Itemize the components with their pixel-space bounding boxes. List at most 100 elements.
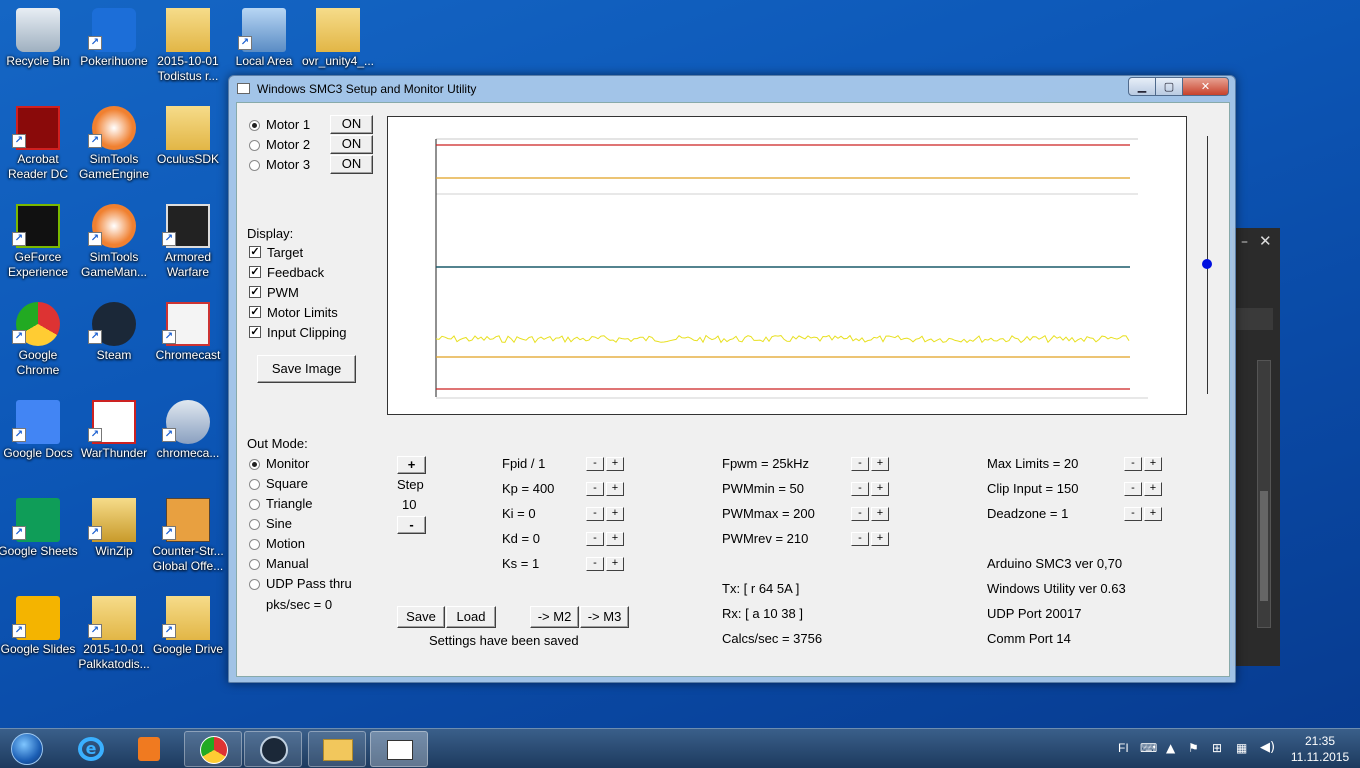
increment-button[interactable]: + <box>1144 457 1162 471</box>
increment-button[interactable]: + <box>1144 507 1162 521</box>
position-slider[interactable] <box>1197 136 1217 396</box>
network-icon[interactable]: ▦ <box>1236 741 1247 755</box>
volume-icon[interactable]: ◀) <box>1260 740 1275 755</box>
motor-toggle-button[interactable]: ON <box>330 135 373 154</box>
decrement-button[interactable]: - <box>851 482 869 496</box>
taskbar-ie[interactable]: e <box>62 731 120 767</box>
desktop-icon[interactable]: ↗ chromeca... <box>150 394 226 488</box>
start-button[interactable] <box>5 729 49 768</box>
increment-button[interactable]: + <box>606 482 624 496</box>
increment-button[interactable]: + <box>606 457 624 471</box>
out-mode-radio[interactable] <box>249 519 260 530</box>
desktop-icon[interactable]: ↗ Armored Warfare <box>150 198 226 292</box>
desktop-icon[interactable]: ↗ Steam <box>76 296 152 390</box>
decrement-button[interactable]: - <box>1124 507 1142 521</box>
increment-button[interactable]: + <box>871 507 889 521</box>
language-indicator[interactable]: FI <box>1118 741 1129 755</box>
desktop-icon[interactable]: ↗ WarThunder <box>76 394 152 488</box>
show-hidden-icons[interactable]: ▲ <box>1166 741 1175 755</box>
slider-knob[interactable] <box>1202 259 1212 269</box>
desktop-icon[interactable]: ↗ Acrobat Reader DC <box>0 100 76 194</box>
keyboard-icon[interactable]: ⌨ <box>1140 741 1157 755</box>
taskbar-media-player[interactable] <box>120 731 178 767</box>
increment-button[interactable]: + <box>1144 482 1162 496</box>
desktop-icon[interactable]: ↗ 2015-10-01 Palkkatodis... <box>76 590 152 684</box>
step-minus-button[interactable]: - <box>397 516 426 534</box>
copy-to-m2-button[interactable]: -> M2 <box>530 606 579 628</box>
decrement-button[interactable]: - <box>586 557 604 571</box>
windows-icon[interactable]: ⊞ <box>1212 741 1222 755</box>
display-checkbox[interactable]: ✓ <box>249 246 261 258</box>
taskbar-explorer[interactable] <box>308 731 366 767</box>
increment-button[interactable]: + <box>871 482 889 496</box>
out-mode-radio[interactable] <box>249 579 260 590</box>
save-button[interactable]: Save <box>397 606 445 628</box>
decrement-button[interactable]: - <box>851 457 869 471</box>
title-bar[interactable]: Windows SMC3 Setup and Monitor Utility ▁… <box>229 76 1235 102</box>
close-button[interactable]: ✕ <box>1182 77 1229 96</box>
display-checkbox[interactable]: ✓ <box>249 266 261 278</box>
taskbar-smc3[interactable] <box>370 731 428 767</box>
desktop-icon[interactable]: Recycle Bin <box>0 2 76 96</box>
desktop-icon[interactable]: ↗ GeForce Experience <box>0 198 76 292</box>
background-window[interactable]: – ✕ <box>1232 228 1280 666</box>
motor-radio[interactable] <box>249 140 260 151</box>
decrement-button[interactable]: - <box>1124 482 1142 496</box>
increment-button[interactable]: + <box>606 507 624 521</box>
display-checkbox[interactable]: ✓ <box>249 326 261 338</box>
copy-to-m3-button[interactable]: -> M3 <box>580 606 629 628</box>
motor-radio[interactable] <box>249 160 260 171</box>
desktop-icon[interactable]: 2015-10-01 Todistus r... <box>150 2 226 96</box>
desktop-icon[interactable]: ↗ WinZip <box>76 492 152 586</box>
motor-radio[interactable] <box>249 120 260 131</box>
out-mode-radio[interactable] <box>249 459 260 470</box>
desktop-icon[interactable]: ↗ Google Slides <box>0 590 76 684</box>
desktop-icon[interactable]: ↗ Google Sheets <box>0 492 78 586</box>
increment-button[interactable]: + <box>606 532 624 546</box>
taskbar-steam[interactable] <box>244 731 302 767</box>
maximize-button[interactable]: ▢ <box>1155 77 1183 96</box>
save-image-button[interactable]: Save Image <box>257 355 356 383</box>
display-option-label: Feedback <box>267 265 325 280</box>
step-plus-button[interactable]: + <box>397 456 426 474</box>
motor-toggle-button[interactable]: ON <box>330 155 373 174</box>
increment-button[interactable]: + <box>871 532 889 546</box>
display-checkbox[interactable]: ✓ <box>249 306 261 318</box>
close-icon[interactable]: ✕ <box>1259 232 1272 250</box>
scrollbar-thumb[interactable] <box>1260 491 1268 601</box>
decrement-button[interactable]: - <box>586 457 604 471</box>
smc3-window[interactable]: Windows SMC3 Setup and Monitor Utility ▁… <box>228 75 1236 683</box>
desktop-icon[interactable]: ↗ Counter-Str... Global Offe... <box>150 492 226 586</box>
desktop-icon[interactable]: ↗ Google Chrome <box>0 296 76 390</box>
decrement-button[interactable]: - <box>586 507 604 521</box>
flag-icon[interactable]: ⚑ <box>1188 741 1199 755</box>
chrome-icon <box>200 736 228 764</box>
desktop-icon[interactable]: ↗ Google Drive <box>150 590 226 684</box>
motor-toggle-button[interactable]: ON <box>330 115 373 134</box>
desktop-icon[interactable]: ↗ Google Docs <box>0 394 76 488</box>
calcs-per-sec: Calcs/sec = 3756 <box>722 631 823 646</box>
desktop-icon[interactable]: ↗ Pokerihuone <box>76 2 152 96</box>
desktop-icon[interactable]: ↗ SimTools GameMan... <box>76 198 152 292</box>
desktop-icon[interactable]: ↗ Chromecast <box>150 296 226 390</box>
load-button[interactable]: Load <box>446 606 496 628</box>
taskbar-chrome[interactable] <box>184 731 242 767</box>
decrement-button[interactable]: - <box>1124 457 1142 471</box>
decrement-button[interactable]: - <box>586 532 604 546</box>
increment-button[interactable]: + <box>606 557 624 571</box>
desktop-icon[interactable]: OculusSDK <box>150 100 226 194</box>
increment-button[interactable]: + <box>871 457 889 471</box>
display-checkbox[interactable]: ✓ <box>249 286 261 298</box>
out-mode-radio[interactable] <box>249 499 260 510</box>
out-mode-radio[interactable] <box>249 479 260 490</box>
decrement-button[interactable]: - <box>851 532 869 546</box>
scrollbar[interactable] <box>1257 360 1271 628</box>
out-mode-radio[interactable] <box>249 539 260 550</box>
minimize-icon[interactable]: – <box>1241 234 1248 250</box>
desktop-icon[interactable]: ↗ SimTools GameEngine <box>76 100 152 194</box>
minimize-button[interactable]: ▁ <box>1128 77 1156 96</box>
out-mode-radio[interactable] <box>249 559 260 570</box>
decrement-button[interactable]: - <box>851 507 869 521</box>
decrement-button[interactable]: - <box>586 482 604 496</box>
clock[interactable]: 21:35 11.11.2015 <box>1290 733 1350 765</box>
